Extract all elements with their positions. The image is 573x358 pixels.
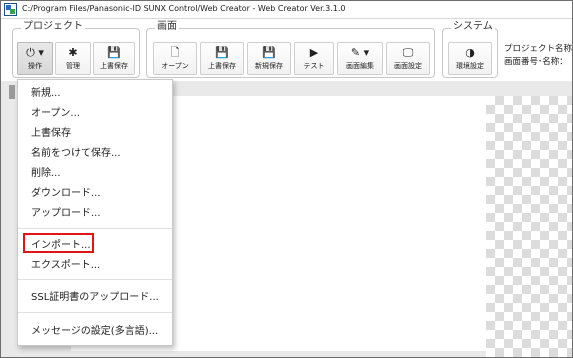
menu-item-open[interactable]: オープン... [31, 107, 80, 120]
screen-group: 画面 🗋 オープン 💾 上書保存 💾 新規保存 ▶ テスト ✎ ▾ 画面編集 🖵… [146, 21, 435, 78]
edit-icon: ✎ ▾ [350, 46, 370, 59]
document-icon: 🗋 [170, 46, 180, 59]
menu-separator [18, 312, 172, 313]
menu-item-ssl-upload[interactable]: SSL証明書のアップロード... [31, 291, 159, 304]
environment-settings-button[interactable]: ◑ 環境設定 [448, 42, 492, 75]
menu-item-upload[interactable]: アップロード... [31, 207, 101, 220]
manage-button[interactable]: ✱ 管理 [55, 42, 91, 75]
screen-edit-button[interactable]: ✎ ▾ 画面編集 [337, 42, 383, 75]
gear-icon: ✱ [68, 46, 78, 59]
menu-item-export[interactable]: エクスポート... [31, 259, 100, 272]
title-bar: C:/Program Files/Panasonic-ID SUNX Contr… [1, 1, 572, 19]
import-highlight-box [23, 233, 94, 253]
save-new-button[interactable]: 💾 新規保存 [247, 42, 291, 75]
project-name-label: プロジェクト名称: [504, 44, 573, 54]
save-icon: 💾 [215, 46, 229, 59]
operation-button[interactable]: ⏻ ▾ 操作 [17, 42, 53, 75]
screen-number-label: 画面番号･名称： [504, 57, 568, 67]
contrast-icon: ◑ [465, 46, 475, 59]
menu-item-save-as[interactable]: 名前をつけて保存... [31, 147, 121, 160]
sidebar-handle [9, 85, 15, 99]
app-logo-icon [4, 3, 17, 16]
screen-settings-button[interactable]: 🖵 画面設定 [386, 42, 430, 75]
monitor-icon: 🖵 [402, 46, 414, 59]
menu-separator [18, 228, 172, 229]
menu-item-download[interactable]: ダウンロード... [31, 187, 101, 200]
transparent-area [486, 96, 572, 357]
play-icon: ▶ [309, 46, 319, 59]
menu-item-save[interactable]: 上書保存 [31, 127, 71, 140]
save-new-icon: 💾 [262, 46, 276, 59]
ribbon-toolbar: プロジェクト ⏻ ▾ 操作 ✱ 管理 💾 上書保存 画面 🗋 オープン 💾 上書… [1, 19, 572, 81]
test-button[interactable]: ▶ テスト [294, 42, 334, 75]
menu-separator [18, 279, 172, 280]
project-group: プロジェクト ⏻ ▾ 操作 ✱ 管理 💾 上書保存 [12, 21, 140, 78]
open-button[interactable]: 🗋 オープン [153, 42, 197, 75]
menu-item-new[interactable]: 新規... [31, 87, 61, 100]
operation-dropdown-menu: 新規... オープン... 上書保存 名前をつけて保存... 削除... ダウン… [17, 79, 173, 346]
system-group-label: システム [451, 21, 495, 33]
project-group-label: プロジェクト [21, 21, 85, 33]
system-group: システム ◑ 環境設定 [442, 21, 498, 78]
menu-item-message-settings[interactable]: メッセージの設定(多言語)... [31, 325, 158, 338]
screen-save-button[interactable]: 💾 上書保存 [200, 42, 244, 75]
project-save-button[interactable]: 💾 上書保存 [93, 42, 135, 75]
menu-item-delete[interactable]: 削除... [31, 167, 61, 180]
power-icon: ⏻ ▾ [26, 46, 44, 59]
app-window: C:/Program Files/Panasonic-ID SUNX Contr… [0, 0, 573, 358]
screen-group-label: 画面 [155, 21, 179, 33]
save-icon: 💾 [107, 46, 121, 59]
window-title: C:/Program Files/Panasonic-ID SUNX Contr… [22, 4, 346, 13]
